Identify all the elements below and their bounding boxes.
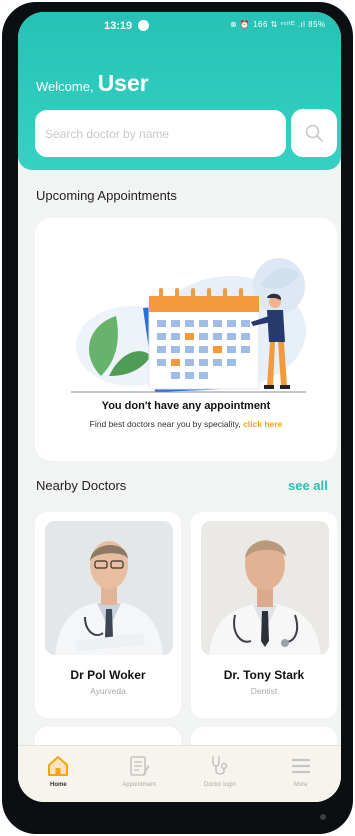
appointment-card: You don't have any appointment Find best… (35, 218, 337, 461)
nearby-doctors-title: Nearby Doctors (36, 478, 127, 493)
app-header: 13:19 ⊗ ⏰ 166 ⇅ ᵛᵒˡᵗᴱ .ıl 85% Welcome, U… (18, 12, 341, 170)
nav-item-home[interactable]: Home (23, 750, 93, 798)
nav-label-home: Home (50, 782, 67, 788)
nav-label-appointment: Appointment (122, 782, 156, 788)
doctor-speciality: Ayurveda (90, 686, 126, 696)
calendar-illustration-icon (71, 258, 306, 393)
status-time: 13:19 (104, 20, 133, 32)
doctor-card[interactable]: Dr Pol Woker Ayurveda (35, 512, 181, 718)
doctor-photo (201, 521, 329, 655)
nav-label-more: More (293, 782, 308, 788)
find-doctors-hint-text: Find best doctors near you by speciality… (89, 419, 241, 429)
welcome-user-name: User (97, 70, 149, 96)
app-screen: 13:19 ⊗ ⏰ 166 ⇅ ᵛᵒˡᵗᴱ .ıl 85% Welcome, U… (18, 12, 341, 802)
bottom-navigation: Home Appointment Doctor login More (18, 745, 341, 802)
search-button[interactable] (291, 109, 337, 157)
stethoscope-icon (212, 756, 228, 775)
welcome-prefix: Welcome, (36, 79, 94, 94)
nav-item-more[interactable]: More (266, 750, 336, 798)
status-indicators: ⊗ ⏰ 166 ⇅ ᵛᵒˡᵗᴱ .ıl 85% (230, 20, 326, 29)
doctor-photo (45, 521, 173, 655)
see-all-link[interactable]: see all (288, 478, 328, 493)
doctor-card[interactable]: Dr. Tony Stark Dentist (191, 512, 337, 718)
doctor-portrait-icon (45, 521, 173, 655)
status-bar: 13:19 ⊗ ⏰ 166 ⇅ ᵛᵒˡᵗᴱ .ıl 85% (18, 12, 341, 40)
search-icon (305, 124, 323, 142)
camera-dot-icon (320, 814, 326, 820)
menu-icon (291, 758, 310, 774)
click-here-link[interactable]: click here (243, 419, 282, 429)
search-input[interactable] (35, 110, 286, 157)
empty-appointment-message: You don't have any appointment (101, 400, 271, 412)
clipboard-icon (130, 756, 150, 776)
upcoming-appointments-title: Upcoming Appointments (36, 188, 177, 203)
doctor-speciality: Dentist (250, 686, 278, 696)
nav-item-appointment[interactable]: Appointment (104, 750, 174, 798)
phone-frame: 13:19 ⊗ ⏰ 166 ⇅ ᵛᵒˡᵗᴱ .ıl 85% Welcome, U… (2, 2, 353, 834)
welcome-greeting: Welcome, User (36, 70, 149, 97)
notification-dot-icon (138, 20, 149, 31)
doctor-portrait-icon (201, 521, 329, 655)
find-doctors-hint: Find best doctors near you by speciality… (35, 419, 337, 429)
nav-label-doctor-login: Doctor login (203, 782, 236, 788)
home-icon (48, 756, 69, 776)
doctor-name: Dr. Tony Stark (223, 668, 305, 682)
doctor-name: Dr Pol Woker (70, 668, 146, 682)
nav-item-doctor-login[interactable]: Doctor login (185, 750, 255, 798)
